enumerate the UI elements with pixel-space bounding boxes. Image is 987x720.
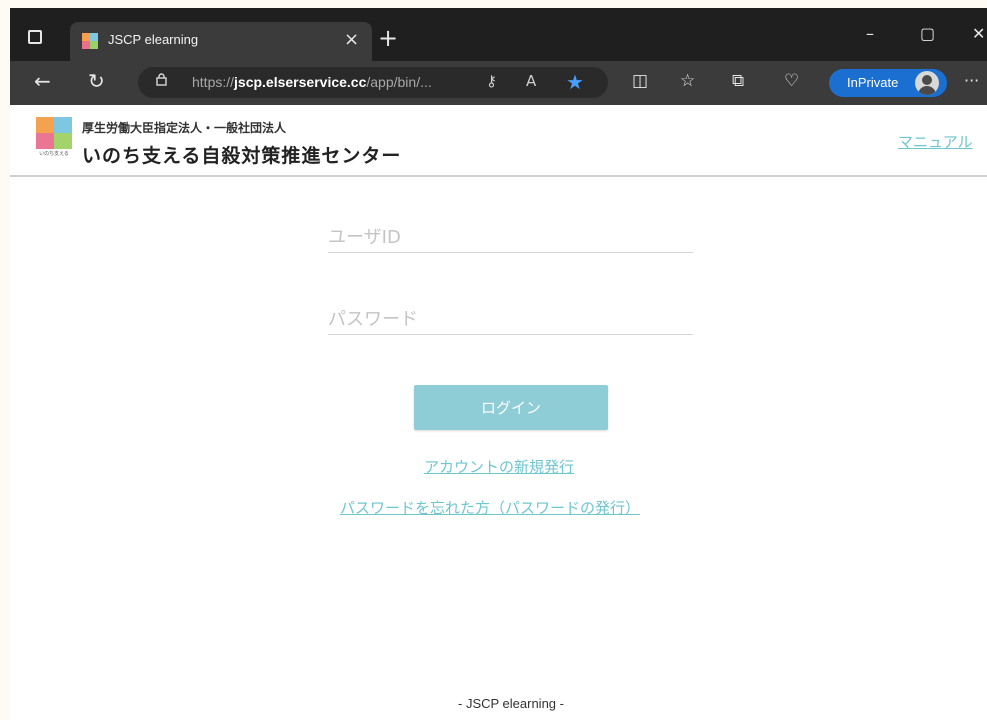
- title-bar: JSCP elearning × + – ▢ ✕: [10, 8, 987, 61]
- footer-text: - JSCP elearning -: [458, 696, 564, 711]
- browser-tab[interactable]: JSCP elearning ×: [70, 22, 372, 61]
- minimize-icon[interactable]: –: [866, 24, 874, 43]
- restore-icon[interactable]: ▢: [920, 24, 935, 43]
- logo-mark-icon: [36, 117, 72, 149]
- refresh-icon[interactable]: ↻: [88, 69, 105, 93]
- browser-window: JSCP elearning × + – ▢ ✕ ← ↻ https://jsc…: [10, 8, 987, 720]
- organization-subtitle: 厚生労働大臣指定法人・一般社団法人: [82, 121, 287, 135]
- address-bar[interactable]: https://jscp.elserservice.cc/app/bin/...…: [138, 67, 608, 98]
- organization-name: いのち支える自殺対策推進センター: [82, 145, 402, 167]
- profile-avatar-icon: [915, 71, 939, 95]
- logo-caption: いのち支える: [39, 151, 69, 157]
- login-button[interactable]: ログイン: [414, 385, 608, 430]
- new-account-link[interactable]: アカウントの新規発行: [424, 456, 574, 477]
- forgot-password-link[interactable]: パスワードを忘れた方（パスワードの発行）: [340, 497, 640, 518]
- close-window-icon[interactable]: ✕: [972, 24, 985, 43]
- user-id-input[interactable]: [328, 223, 693, 253]
- favorite-star-icon[interactable]: ★: [566, 70, 584, 94]
- site-header: いのち支える 厚生労働大臣指定法人・一般社団法人 いのち支える自殺対策推進センタ…: [10, 105, 987, 177]
- collections-icon[interactable]: ⧉: [732, 69, 744, 93]
- tab-actions-icon[interactable]: [28, 30, 42, 44]
- browser-essentials-icon[interactable]: ♡: [784, 69, 799, 93]
- url-text[interactable]: https://jscp.elserservice.cc/app/bin/...: [192, 74, 432, 90]
- browser-toolbar: ← ↻ https://jscp.elserservice.cc/app/bin…: [10, 61, 987, 105]
- inprivate-label: InPrivate: [847, 75, 899, 90]
- site-favicon-icon: [82, 33, 98, 49]
- manual-link[interactable]: マニュアル: [898, 131, 973, 152]
- lock-icon[interactable]: [156, 73, 167, 86]
- tab-title: JSCP elearning: [108, 32, 199, 47]
- new-tab-icon[interactable]: +: [378, 26, 398, 50]
- key-icon[interactable]: ⚷: [486, 72, 497, 90]
- split-screen-icon[interactable]: ◫: [632, 69, 648, 93]
- more-icon[interactable]: ···: [964, 69, 979, 93]
- organization-logo[interactable]: いのち支える: [36, 117, 72, 157]
- password-input[interactable]: [328, 305, 693, 335]
- read-aloud-icon[interactable]: A: [526, 72, 536, 90]
- tab-close-icon[interactable]: ×: [344, 28, 359, 52]
- back-icon[interactable]: ←: [34, 69, 51, 93]
- favorites-icon[interactable]: ☆: [680, 69, 695, 93]
- inprivate-button[interactable]: InPrivate: [829, 69, 947, 97]
